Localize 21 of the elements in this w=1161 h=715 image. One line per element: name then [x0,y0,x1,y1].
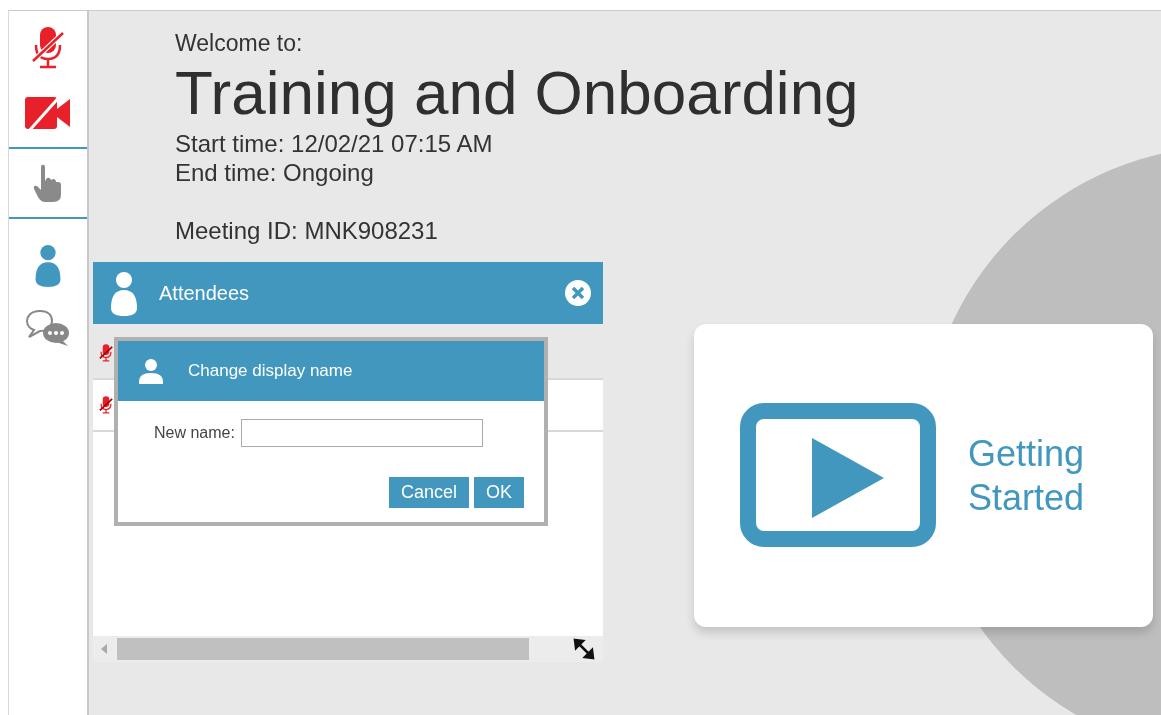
meeting-id: Meeting ID: MNK908231 [175,216,439,245]
ok-button[interactable]: OK [474,477,524,508]
resize-icon[interactable] [573,638,595,660]
welcome-text: Welcome to: [175,29,304,57]
meeting-title: Training and Onboarding [175,57,860,129]
close-button[interactable] [565,280,591,306]
panel-title: Attendees [159,281,251,305]
scrollbar-thumb[interactable] [117,638,529,660]
person-icon [109,270,139,316]
play-video-icon [740,402,938,549]
card-label: Getting [968,431,1085,476]
scroll-left-icon[interactable] [101,644,107,654]
start-time: Start time: 12/02/21 07:15 AM [175,129,494,158]
field-label: New name: [154,424,235,442]
getting-started-card[interactable]: Getting Started [694,324,1153,627]
cancel-button[interactable]: Cancel [388,477,469,508]
card-label: Started [968,475,1085,520]
person-icon [138,358,164,384]
name-input[interactable] [240,419,483,447]
end-time: End time: Ongoing [175,158,375,187]
dialog-title: Change display name [188,361,353,381]
